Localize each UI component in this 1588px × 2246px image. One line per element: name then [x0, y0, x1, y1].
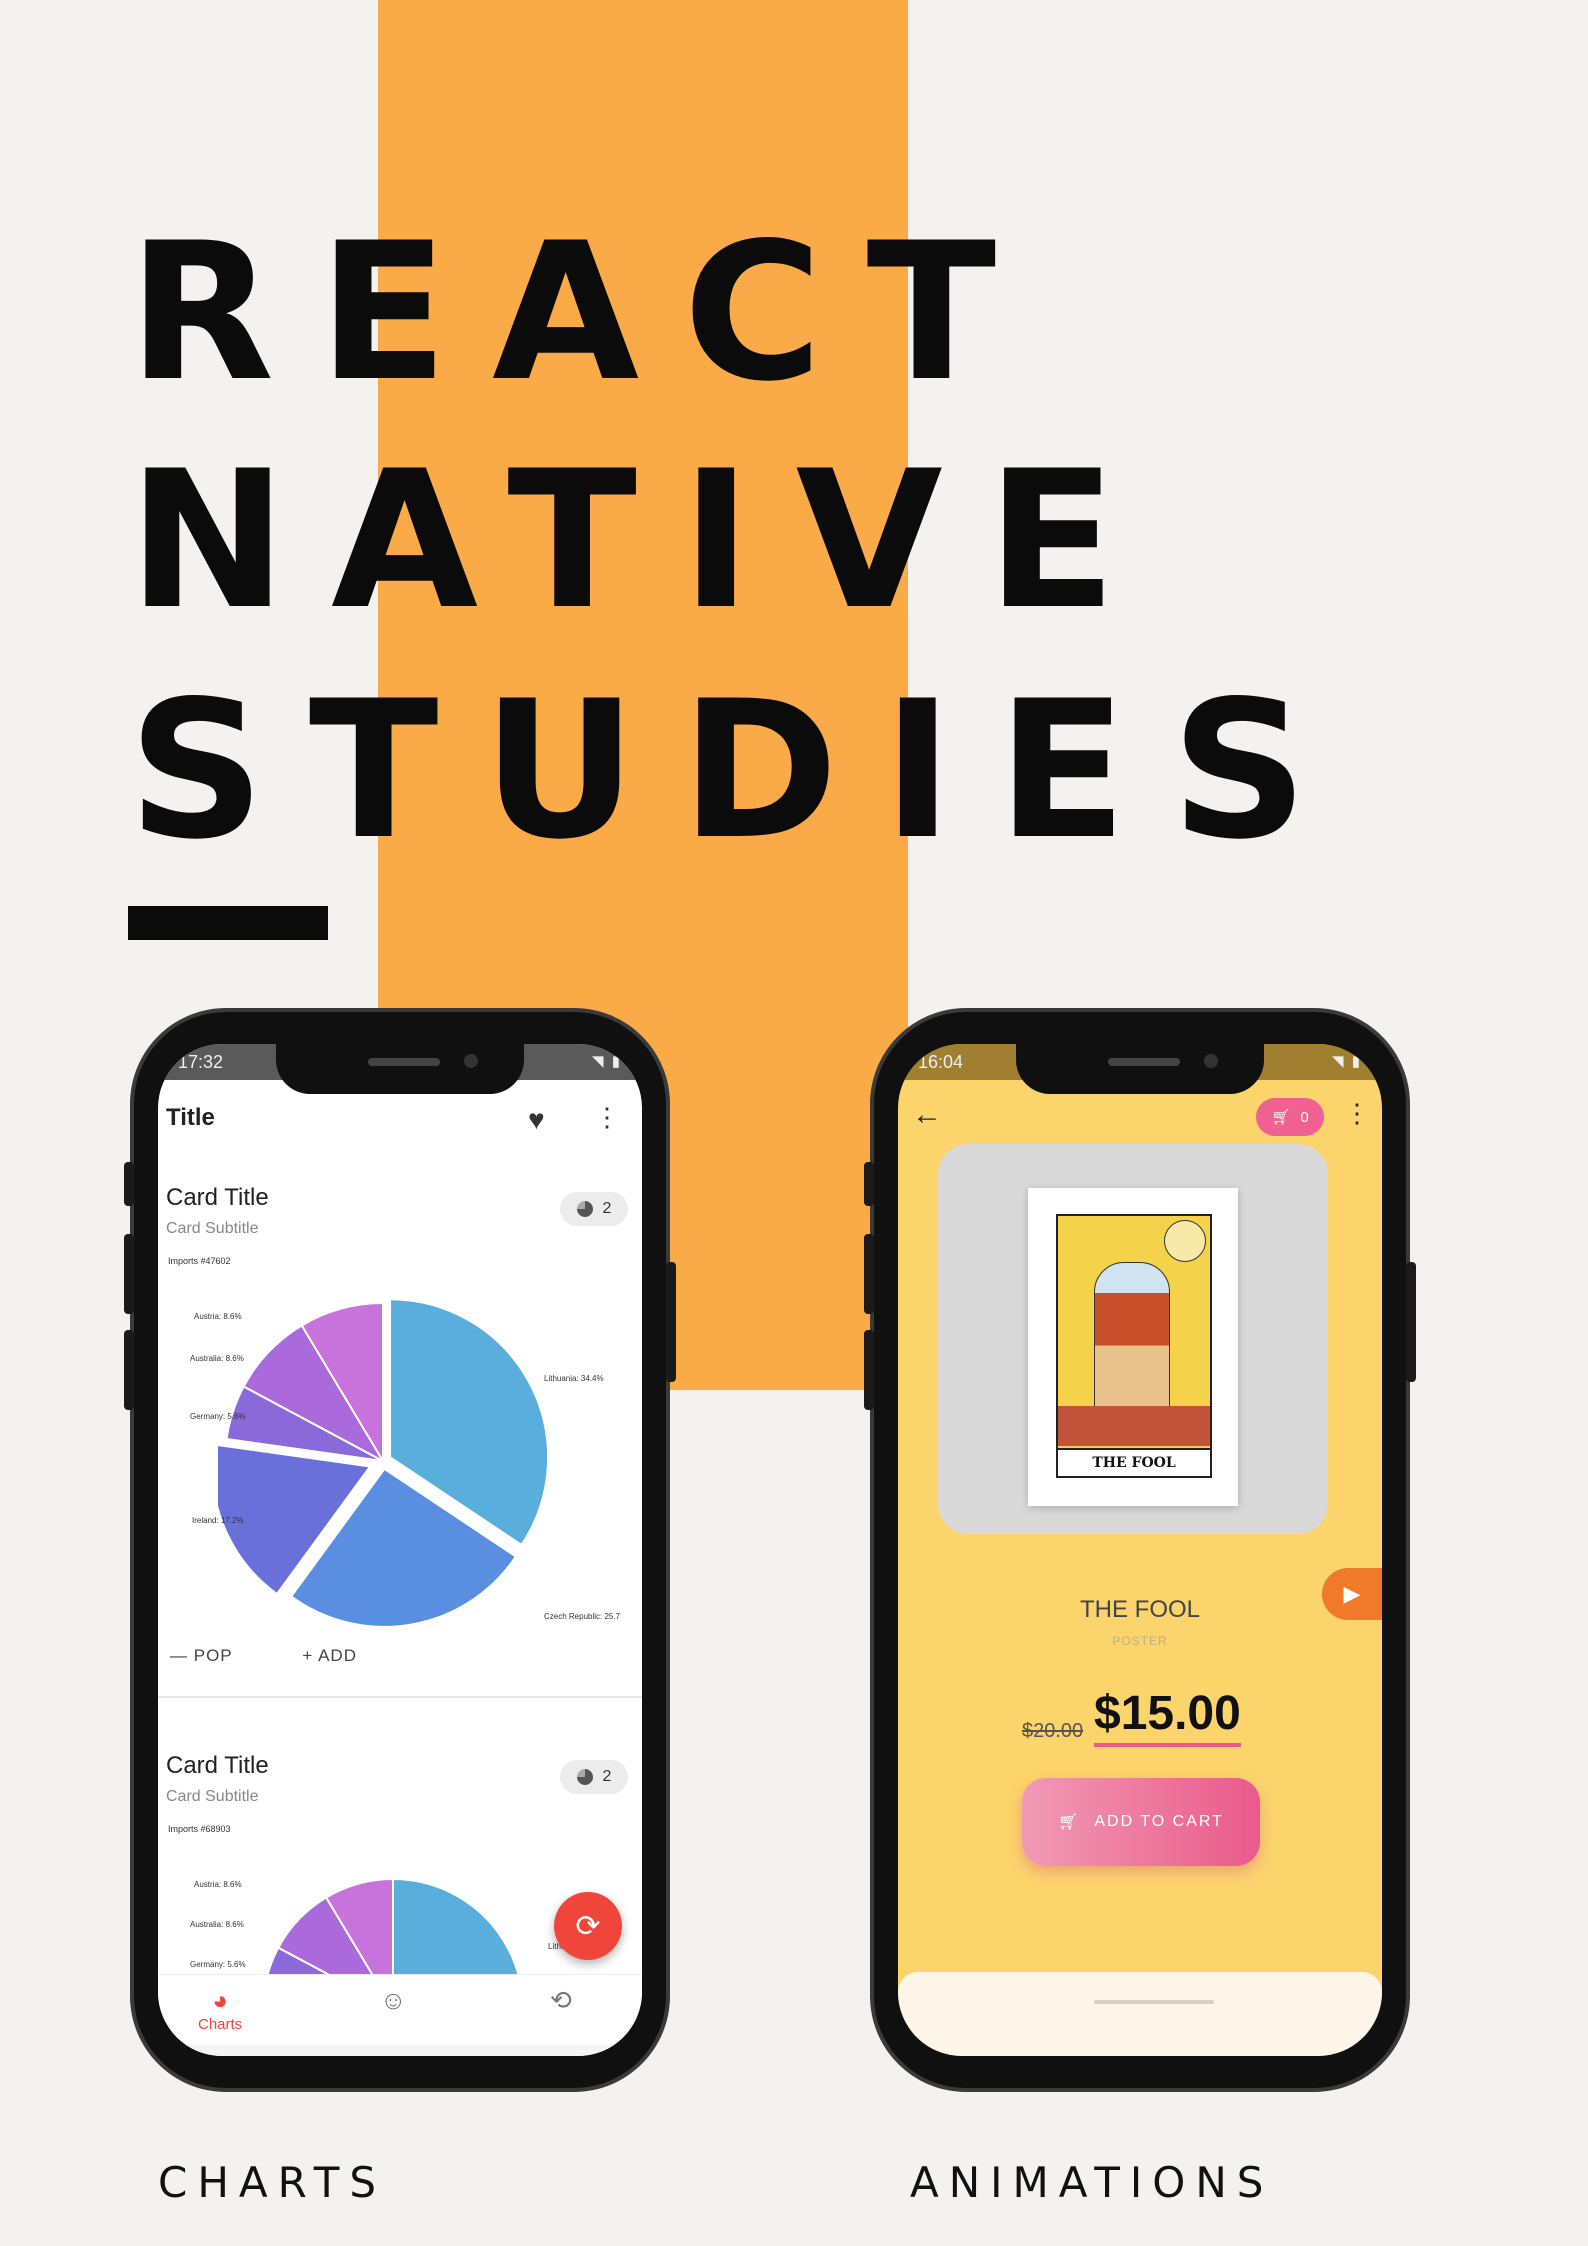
chart-type-chip[interactable]: 2 — [560, 1760, 628, 1794]
chip-count: 2 — [602, 1768, 612, 1785]
cart-icon: 🛒︎ — [1058, 1814, 1081, 1831]
imports-label: Imports #68903 — [168, 1824, 231, 1834]
tarot-card-name: THE FOOL — [1058, 1448, 1210, 1476]
pie-chart — [218, 1298, 548, 1626]
sun-icon — [1164, 1220, 1206, 1262]
caption-animations: ANIMATIONS — [910, 2158, 1274, 2207]
more-vert-icon[interactable]: ⋮ — [1344, 1100, 1370, 1126]
nav-item-charts[interactable]: ◕ Charts — [198, 1985, 242, 2033]
card-subtitle: Card Subtitle — [166, 1788, 259, 1805]
appbar-title: Title — [166, 1104, 215, 1131]
phone-charts: 17:32 ◥ ▮ Title ♥ ⋮ Card Title Card Subt… — [124, 1012, 676, 2088]
card-actions: — POP + ADD — [170, 1646, 421, 1666]
tarot-card-image: THE FOOL — [1056, 1214, 1212, 1478]
title-underline — [128, 906, 328, 940]
animations-screen: 16:04 ◥ ▮ ← 🛒︎ 0 ⋮ THE FOOL ▶ THE FOOL P… — [898, 1044, 1382, 2056]
add-button[interactable]: + ADD — [302, 1646, 389, 1665]
slice-label: Australia: 8.6% — [190, 1920, 244, 1929]
headline-line-1: REACT — [128, 202, 1041, 423]
slice-label: Czech Republic: 25.7 — [544, 1612, 621, 1621]
card-subtitle: Card Subtitle — [166, 1220, 259, 1237]
more-vert-icon[interactable]: ⋮ — [594, 1104, 620, 1130]
sheet-handle[interactable] — [1094, 2000, 1214, 2004]
product-type: POSTER — [1112, 1634, 1168, 1648]
back-arrow-icon[interactable]: ← — [912, 1098, 942, 1132]
bottom-navigation: ◕ Charts ☺ ⟲ — [158, 1974, 642, 2056]
pie-chart-icon — [576, 1769, 593, 1785]
chip-count: 2 — [602, 1200, 612, 1217]
slice-label: Ireland: 17.2% — [192, 1516, 244, 1525]
slice-label: Lithuania: 34.4% — [544, 1374, 604, 1383]
nav-item-history[interactable]: ⟲ — [550, 1985, 572, 2016]
heart-icon[interactable]: ♥ — [528, 1104, 545, 1136]
status-icons: ◥ ▮ — [592, 1053, 622, 1070]
status-icons: ◥ ▮ — [1332, 1053, 1362, 1070]
chart-type-chip[interactable]: 2 — [560, 1192, 628, 1226]
card-title: Card Title — [166, 1752, 269, 1779]
pie-chart-icon — [576, 1201, 593, 1217]
charts-screen: 17:32 ◥ ▮ Title ♥ ⋮ Card Title Card Subt… — [158, 1044, 642, 2056]
product-name: THE FOOL — [1079, 1596, 1200, 1623]
old-price: $20.00 — [1022, 1720, 1084, 1742]
headline-line-2: NATIVE — [128, 430, 1161, 651]
cart-button[interactable]: 🛒︎ 0 — [1256, 1098, 1324, 1136]
home-indicator — [158, 2045, 642, 2056]
cart-count: 0 — [1300, 1108, 1309, 1126]
slice-label: Germany: 5.6% — [190, 1412, 246, 1421]
refresh-fab[interactable]: ⟳ — [554, 1892, 622, 1960]
slice-label: Austria: 8.6% — [194, 1312, 242, 1321]
status-time: 16:04 — [918, 1052, 964, 1072]
imports-label: Imports #47602 — [168, 1256, 231, 1266]
card-title: Card Title — [166, 1184, 269, 1211]
bottom-sheet[interactable] — [898, 1972, 1382, 2056]
pie-chart-icon: ◕ — [212, 1985, 228, 2015]
fool-figure — [1094, 1262, 1170, 1414]
card-divider — [158, 1696, 642, 1698]
status-time: 17:32 — [178, 1052, 224, 1072]
nav-item-smiley[interactable]: ☺ — [380, 1985, 407, 2016]
slice-label: Austria: 8.6% — [194, 1880, 242, 1889]
phone-animations: 16:04 ◥ ▮ ← 🛒︎ 0 ⋮ THE FOOL ▶ THE FOOL P… — [864, 1012, 1416, 2088]
pop-button[interactable]: — POP — [170, 1646, 265, 1665]
cart-icon: 🛒︎ — [1271, 1109, 1291, 1126]
cliff — [1058, 1406, 1210, 1446]
add-to-cart-label: ADD TO CART — [1094, 1813, 1224, 1830]
slice-label: Australia: 8.6% — [190, 1354, 244, 1363]
history-icon: ⟲ — [550, 1985, 572, 2015]
nav-label: Charts — [198, 2016, 243, 2033]
price: $15.00 — [1094, 1686, 1241, 1747]
headline-line-3: STUDIES — [128, 660, 1352, 881]
add-to-cart-button[interactable]: 🛒︎ ADD TO CART — [1022, 1778, 1260, 1866]
caption-charts: CHARTS — [158, 2158, 387, 2207]
smiley-icon: ☺ — [380, 1985, 407, 2015]
slice-label: Germany: 5.6% — [190, 1960, 246, 1969]
refresh-icon: ⟳ — [575, 1909, 601, 1943]
